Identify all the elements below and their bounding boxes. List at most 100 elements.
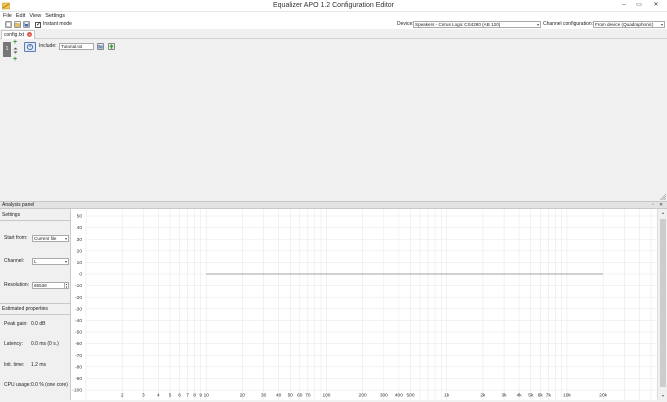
x-tick-label: 5k xyxy=(528,393,534,399)
move-arrows-icon[interactable] xyxy=(13,47,18,56)
settings-divider xyxy=(0,220,71,221)
open-file-button[interactable] xyxy=(14,21,21,28)
x-tick-label: 300 xyxy=(380,393,388,399)
menu-file[interactable]: File xyxy=(1,12,14,20)
x-tick-label: 30 xyxy=(261,393,267,399)
cpu-usage-label: CPU usage: xyxy=(4,382,31,388)
y-tick-label: -20 xyxy=(75,295,82,301)
up-down-arrows-icon xyxy=(13,47,18,54)
menu-settings[interactable]: Settings xyxy=(43,12,67,20)
browse-file-button[interactable] xyxy=(97,43,104,50)
row-number: 1 xyxy=(3,42,11,57)
y-tick-label: -70 xyxy=(75,353,82,359)
resolution-value: 65536 xyxy=(34,283,47,288)
include-file-input[interactable]: Tutorial.txt xyxy=(59,43,94,50)
close-window-button[interactable]: ✕ xyxy=(650,0,662,10)
add-filter-button[interactable]: + xyxy=(13,56,17,63)
x-tick-label: 40 xyxy=(276,393,282,399)
x-tick-label: 2k xyxy=(480,393,486,399)
scroll-down-icon[interactable]: ▾ xyxy=(658,392,667,400)
x-tick-label: 20 xyxy=(240,393,246,399)
x-tick-label: 4k xyxy=(517,393,523,399)
add-before-button[interactable]: + xyxy=(13,39,17,46)
y-tick-label: -90 xyxy=(75,376,82,382)
peak-gain-value: 0.0 dB xyxy=(31,321,46,327)
y-tick-label: 10 xyxy=(77,260,83,266)
instant-mode-checkbox[interactable]: ✓ xyxy=(35,21,41,28)
x-tick-label: 3k xyxy=(502,393,508,399)
x-tick-label: 10 xyxy=(204,393,210,399)
frequency-response-chart[interactable]: 50403020100-10-20-30-40-50-60-70-80-90-1… xyxy=(71,209,657,400)
x-tick-label: 5 xyxy=(169,393,172,399)
chevron-down-icon: ▾ xyxy=(64,259,67,264)
scrollbar-thumb[interactable] xyxy=(660,219,666,387)
x-tick-label: 8 xyxy=(193,393,196,399)
channel-config-select[interactable]: From device (Quadraphonic) ▾ xyxy=(593,21,665,28)
analysis-vertical-scrollbar[interactable]: ▴ ▾ xyxy=(657,209,667,400)
spin-arrows-icon[interactable]: ▴ ▾ xyxy=(64,283,68,288)
channel-config-value: From device (Quadraphonic) xyxy=(595,22,654,27)
open-folder-icon xyxy=(15,22,20,27)
x-tick-label: 2 xyxy=(121,393,124,399)
cpu-usage-value: 0.0 % (one core) xyxy=(31,382,68,388)
resolution-spinbox[interactable]: 65536 ▴ ▾ xyxy=(32,282,69,289)
frequency-response-plot[interactable]: 50 40 30 20 10 0 -10 -20 -30 -40 -50 -60 -70 -80 -90 -1… xyxy=(71,209,657,400)
y-tick-label: -10 xyxy=(75,283,82,289)
y-tick-label: -30 xyxy=(75,306,82,312)
analysis-settings: Settings Start from: Current file ▾ Chan… xyxy=(0,209,71,400)
device-select[interactable]: Speakers - Cirrus Logic CS4280 (AB 120) … xyxy=(413,21,541,28)
toolbar: ✓ Instant mode Device: Speakers - Cirrus… xyxy=(0,20,667,29)
menu-edit[interactable]: Edit xyxy=(14,12,27,20)
y-tick-label: 40 xyxy=(77,225,83,231)
channel-select[interactable]: L ▾ xyxy=(32,258,69,265)
chevron-down-icon: ▾ xyxy=(536,22,539,27)
analysis-panel-title: Analysis panel xyxy=(2,202,35,208)
x-tick-label: 7 xyxy=(186,393,189,399)
start-from-select[interactable]: Current file ▾ xyxy=(32,235,69,242)
settings-divider xyxy=(0,314,71,315)
y-tick-label: -100 xyxy=(72,388,82,394)
chevron-down-icon: ▾ xyxy=(64,236,67,241)
minimize-button[interactable]: – xyxy=(618,0,630,10)
device-select-value: Speakers - Cirrus Logic CS4280 (AB 120) xyxy=(415,22,501,27)
settings-divider xyxy=(0,303,71,304)
x-tick-label: 10k xyxy=(563,393,571,399)
save-icon xyxy=(24,22,29,27)
x-tick-label: 400 xyxy=(395,393,403,399)
config-editor: 1 + + Include: Tutorial.txt xyxy=(0,39,667,201)
window-title: Equalizer APO 1.2 Configuration Editor xyxy=(272,2,394,9)
scroll-up-icon[interactable]: ▴ xyxy=(658,209,667,217)
resize-grip-icon[interactable] xyxy=(660,194,666,200)
x-tick-label: 20k xyxy=(599,393,607,399)
x-tick-label: 7k xyxy=(546,393,552,399)
maximize-button[interactable]: ▭ xyxy=(633,0,645,10)
x-tick-label: 6k xyxy=(538,393,544,399)
x-tick-label: 50 xyxy=(288,393,294,399)
folder-icon xyxy=(98,45,103,49)
open-included-file-button[interactable] xyxy=(108,43,115,50)
menu-view[interactable]: View xyxy=(27,12,43,20)
menu-bar: File Edit View Settings xyxy=(0,12,667,20)
y-tick-label: -80 xyxy=(75,364,82,370)
y-tick-label: -60 xyxy=(75,341,82,347)
close-tab-icon[interactable]: × xyxy=(27,32,32,37)
y-tick-label: 30 xyxy=(77,237,83,243)
float-panel-icon[interactable]: ▫ xyxy=(652,202,654,209)
channel-config-label: Channel configuration: xyxy=(543,21,594,27)
device-label: Device: xyxy=(397,21,414,27)
init-time-label: Init. time: xyxy=(4,362,25,368)
title-bar: Equalizer APO 1.2 Configuration Editor –… xyxy=(0,0,667,12)
resolution-label: Resolution: xyxy=(4,282,30,288)
start-from-label: Start from: xyxy=(4,235,28,241)
y-tick-label: 20 xyxy=(77,248,83,254)
save-file-button[interactable] xyxy=(23,21,30,28)
x-tick-label: 500 xyxy=(407,393,415,399)
x-tick-label: 200 xyxy=(359,393,367,399)
close-panel-icon[interactable]: ✕ xyxy=(659,202,663,209)
instant-mode-label: Instant mode xyxy=(43,21,72,27)
estimated-properties-title: Estimated properties xyxy=(2,306,48,312)
tab-config-txt[interactable]: config.txt × xyxy=(1,30,35,39)
settings-title: Settings xyxy=(2,212,21,218)
new-file-button[interactable] xyxy=(5,21,12,28)
peak-gain-label: Peak gain: xyxy=(4,321,28,327)
